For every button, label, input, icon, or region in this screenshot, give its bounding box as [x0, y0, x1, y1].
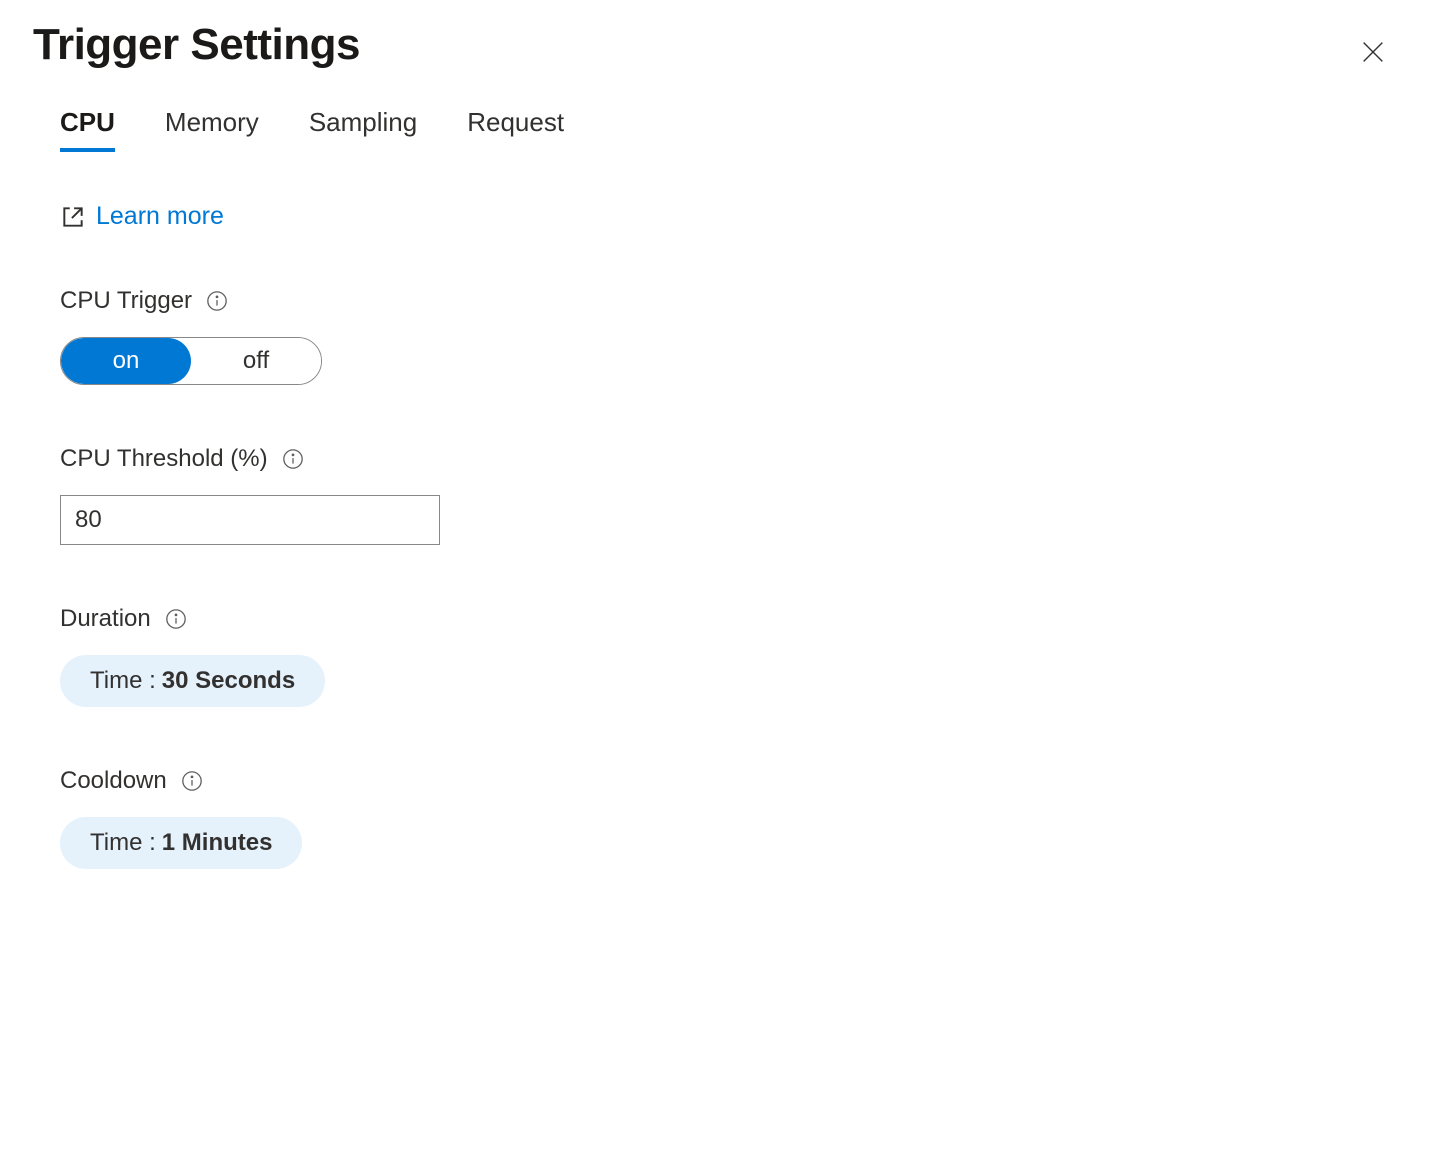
- duration-pill-prefix: Time :: [90, 667, 156, 695]
- cpu-trigger-label: CPU Trigger: [60, 287, 192, 315]
- cooldown-label: Cooldown: [60, 767, 167, 795]
- learn-more-link[interactable]: Learn more: [60, 202, 224, 231]
- close-button[interactable]: [1351, 30, 1395, 77]
- learn-more-label: Learn more: [96, 202, 224, 231]
- cooldown-label-row: Cooldown: [60, 767, 1385, 795]
- cpu-trigger-group: CPU Trigger on off: [60, 287, 1385, 385]
- cpu-threshold-label-row: CPU Threshold (%): [60, 445, 1385, 473]
- duration-pill[interactable]: Time : 30 Seconds: [60, 655, 325, 707]
- cooldown-pill-value: 1 Minutes: [162, 829, 273, 857]
- info-icon[interactable]: [165, 608, 187, 630]
- cpu-trigger-label-row: CPU Trigger: [60, 287, 1385, 315]
- tab-cpu[interactable]: CPU: [60, 107, 115, 150]
- toggle-off[interactable]: off: [191, 338, 321, 384]
- cpu-trigger-toggle[interactable]: on off: [60, 337, 322, 385]
- cooldown-group: Cooldown Time : 1 Minutes: [60, 767, 1385, 869]
- duration-label: Duration: [60, 605, 151, 633]
- duration-label-row: Duration: [60, 605, 1385, 633]
- cooldown-pill-prefix: Time :: [90, 829, 156, 857]
- tab-request[interactable]: Request: [467, 107, 564, 150]
- toggle-on[interactable]: on: [61, 338, 191, 384]
- tab-memory[interactable]: Memory: [165, 107, 259, 150]
- info-icon[interactable]: [206, 290, 228, 312]
- info-icon[interactable]: [282, 448, 304, 470]
- cpu-threshold-input[interactable]: [60, 495, 440, 545]
- page-title: Trigger Settings: [33, 20, 360, 70]
- cpu-threshold-group: CPU Threshold (%): [60, 445, 1385, 545]
- close-icon: [1359, 38, 1387, 66]
- duration-pill-value: 30 Seconds: [162, 667, 295, 695]
- tab-sampling[interactable]: Sampling: [309, 107, 417, 150]
- cooldown-pill[interactable]: Time : 1 Minutes: [60, 817, 302, 869]
- tabs: CPU Memory Sampling Request: [60, 107, 1385, 150]
- external-link-icon: [60, 204, 86, 230]
- cpu-threshold-label: CPU Threshold (%): [60, 445, 268, 473]
- duration-group: Duration Time : 30 Seconds: [60, 605, 1385, 707]
- info-icon[interactable]: [181, 770, 203, 792]
